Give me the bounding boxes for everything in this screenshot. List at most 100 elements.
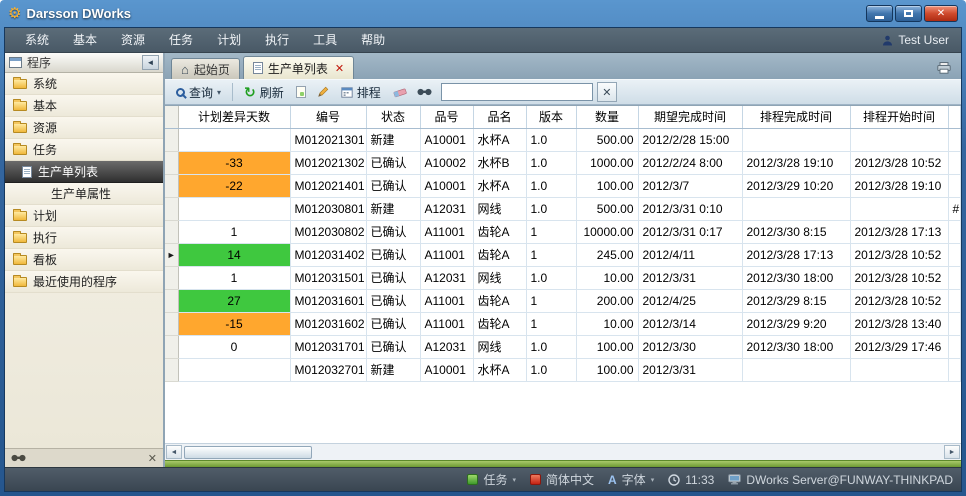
grid-cell[interactable]: 2012/2/28 15:00	[638, 128, 742, 151]
column-header[interactable]: 期望完成时间	[638, 106, 742, 128]
grid-cell[interactable]	[948, 335, 961, 358]
grid-cell[interactable]: 500.00	[576, 197, 638, 220]
row-selector[interactable]	[165, 289, 178, 312]
table-row[interactable]: -15M012031602已确认A11001齿轮A110.002012/3/14…	[165, 312, 961, 335]
query-button[interactable]: 查询 ▾	[170, 82, 227, 103]
row-selector[interactable]: ►	[165, 243, 178, 266]
status-task-menu[interactable]: 任务 ▾	[467, 471, 516, 488]
grid-cell[interactable]: 已确认	[366, 312, 420, 335]
grid-cell[interactable]: M012031701	[290, 335, 366, 358]
grid-cell[interactable]: A11001	[420, 220, 473, 243]
column-header[interactable]: 数量	[576, 106, 638, 128]
print-button[interactable]	[933, 62, 955, 74]
grid-cell[interactable]: 网线	[473, 266, 526, 289]
table-row[interactable]: -22M012021401已确认A10001水杯A1.0100.002012/3…	[165, 174, 961, 197]
column-header[interactable]: 计划差异天数	[178, 106, 290, 128]
grid-cell[interactable]: 1	[178, 266, 290, 289]
grid-cell[interactable]: 200.00	[576, 289, 638, 312]
grid-cell[interactable]	[948, 358, 961, 381]
menu-item-6[interactable]: 执行	[253, 28, 301, 53]
grid-cell[interactable]: 新建	[366, 197, 420, 220]
grid-cell[interactable]: A10002	[420, 151, 473, 174]
grid-cell[interactable]	[948, 289, 961, 312]
grid-cell[interactable]: 2012/3/30 18:00	[742, 266, 850, 289]
grid-cell[interactable]: M012031501	[290, 266, 366, 289]
row-selector[interactable]	[165, 312, 178, 335]
grid-cell[interactable]: 2012/3/31	[638, 358, 742, 381]
row-selector[interactable]	[165, 151, 178, 174]
sidebar-item[interactable]: 执行	[5, 227, 163, 249]
row-selector[interactable]	[165, 220, 178, 243]
grid-cell[interactable]: 网线	[473, 197, 526, 220]
sidebar-search-bar[interactable]: ✕	[5, 448, 163, 467]
horizontal-scrollbar[interactable]: ◄ ►	[165, 443, 961, 460]
grid-cell[interactable]: M012031602	[290, 312, 366, 335]
grid-cell[interactable]	[948, 266, 961, 289]
title-bar[interactable]: ⚙ Darsson DWorks ✕	[4, 0, 962, 27]
grid-cell[interactable]	[948, 174, 961, 197]
menu-item-5[interactable]: 计划	[205, 28, 253, 53]
grid-cell[interactable]: 齿轮A	[473, 289, 526, 312]
grid-cell[interactable]: 2012/2/24 8:00	[638, 151, 742, 174]
grid-cell[interactable]: M012021301	[290, 128, 366, 151]
grid-cell[interactable]: 2012/3/28 10:52	[850, 151, 948, 174]
menu-item-7[interactable]: 工具	[301, 28, 349, 53]
sidebar-item[interactable]: 生产单属性	[5, 183, 163, 205]
grid-cell[interactable]	[178, 197, 290, 220]
grid-cell[interactable]: 100.00	[576, 174, 638, 197]
sidebar-item[interactable]: 系统	[5, 73, 163, 95]
menu-item-3[interactable]: 资源	[109, 28, 157, 53]
grid-cell[interactable]: A10001	[420, 174, 473, 197]
grid-cell[interactable]: 2012/3/28 17:13	[850, 220, 948, 243]
grid-cell[interactable]: 1	[178, 220, 290, 243]
grid-cell[interactable]: A11001	[420, 289, 473, 312]
column-header[interactable]: 排程开始时间	[850, 106, 948, 128]
grid-cell[interactable]	[948, 220, 961, 243]
grid-cell[interactable]: M012030801	[290, 197, 366, 220]
grid-cell[interactable]: -15	[178, 312, 290, 335]
grid-cell[interactable]: A10001	[420, 358, 473, 381]
grid-cell[interactable]: 已确认	[366, 289, 420, 312]
status-font[interactable]: A 字体 ▾	[608, 471, 654, 488]
new-button[interactable]	[292, 84, 310, 100]
grid-cell[interactable]: 2012/3/28 10:52	[850, 243, 948, 266]
tab-close-icon[interactable]: ✕	[335, 62, 344, 75]
sidebar-item[interactable]: 生产单列表	[5, 161, 163, 183]
grid-cell[interactable]: 2012/3/28 17:13	[742, 243, 850, 266]
grid-cell[interactable]: M012031601	[290, 289, 366, 312]
grid-cell[interactable]: 2012/4/11	[638, 243, 742, 266]
grid-cell[interactable]: 1.0	[526, 266, 576, 289]
refresh-button[interactable]: ↻ 刷新	[238, 82, 290, 103]
grid-cell[interactable]: A11001	[420, 312, 473, 335]
eraser-button[interactable]	[389, 85, 411, 100]
grid-cell[interactable]	[948, 243, 961, 266]
grid-cell[interactable]: 水杯A	[473, 358, 526, 381]
grid-cell[interactable]: A12031	[420, 266, 473, 289]
grid-cell[interactable]: A10001	[420, 128, 473, 151]
table-row[interactable]: -33M012021302已确认A10002水杯B1.01000.002012/…	[165, 151, 961, 174]
grid-cell[interactable]: 齿轮A	[473, 243, 526, 266]
grid-cell[interactable]: 100.00	[576, 358, 638, 381]
grid-cell[interactable]: 10000.00	[576, 220, 638, 243]
grid-cell[interactable]: 2012/3/29 17:46	[850, 335, 948, 358]
maximize-button[interactable]	[895, 5, 922, 22]
grid-cell[interactable]: 2012/3/31	[638, 266, 742, 289]
grid-cell[interactable]: 2012/3/31 0:10	[638, 197, 742, 220]
grid-cell[interactable]: 2012/3/14	[638, 312, 742, 335]
grid-cell[interactable]: 2012/3/30 8:15	[742, 220, 850, 243]
table-row[interactable]: 27M012031601已确认A11001齿轮A1200.002012/4/25…	[165, 289, 961, 312]
grid-cell[interactable]: 2012/3/28 19:10	[742, 151, 850, 174]
grid-cell[interactable]: M012031402	[290, 243, 366, 266]
grid-cell[interactable]	[948, 151, 961, 174]
grid-cell[interactable]	[850, 358, 948, 381]
table-row[interactable]: M012032701新建A10001水杯A1.0100.002012/3/31	[165, 358, 961, 381]
grid-cell[interactable]: 已确认	[366, 174, 420, 197]
grid-cell[interactable]: 1	[526, 289, 576, 312]
column-header[interactable]: 编号	[290, 106, 366, 128]
grid-cell[interactable]: #	[948, 197, 961, 220]
row-selector[interactable]	[165, 128, 178, 151]
grid-cell[interactable]: 2012/3/30 18:00	[742, 335, 850, 358]
column-header[interactable]: 品号	[420, 106, 473, 128]
grid-cell[interactable]: -33	[178, 151, 290, 174]
grid-cell[interactable]: A11001	[420, 243, 473, 266]
